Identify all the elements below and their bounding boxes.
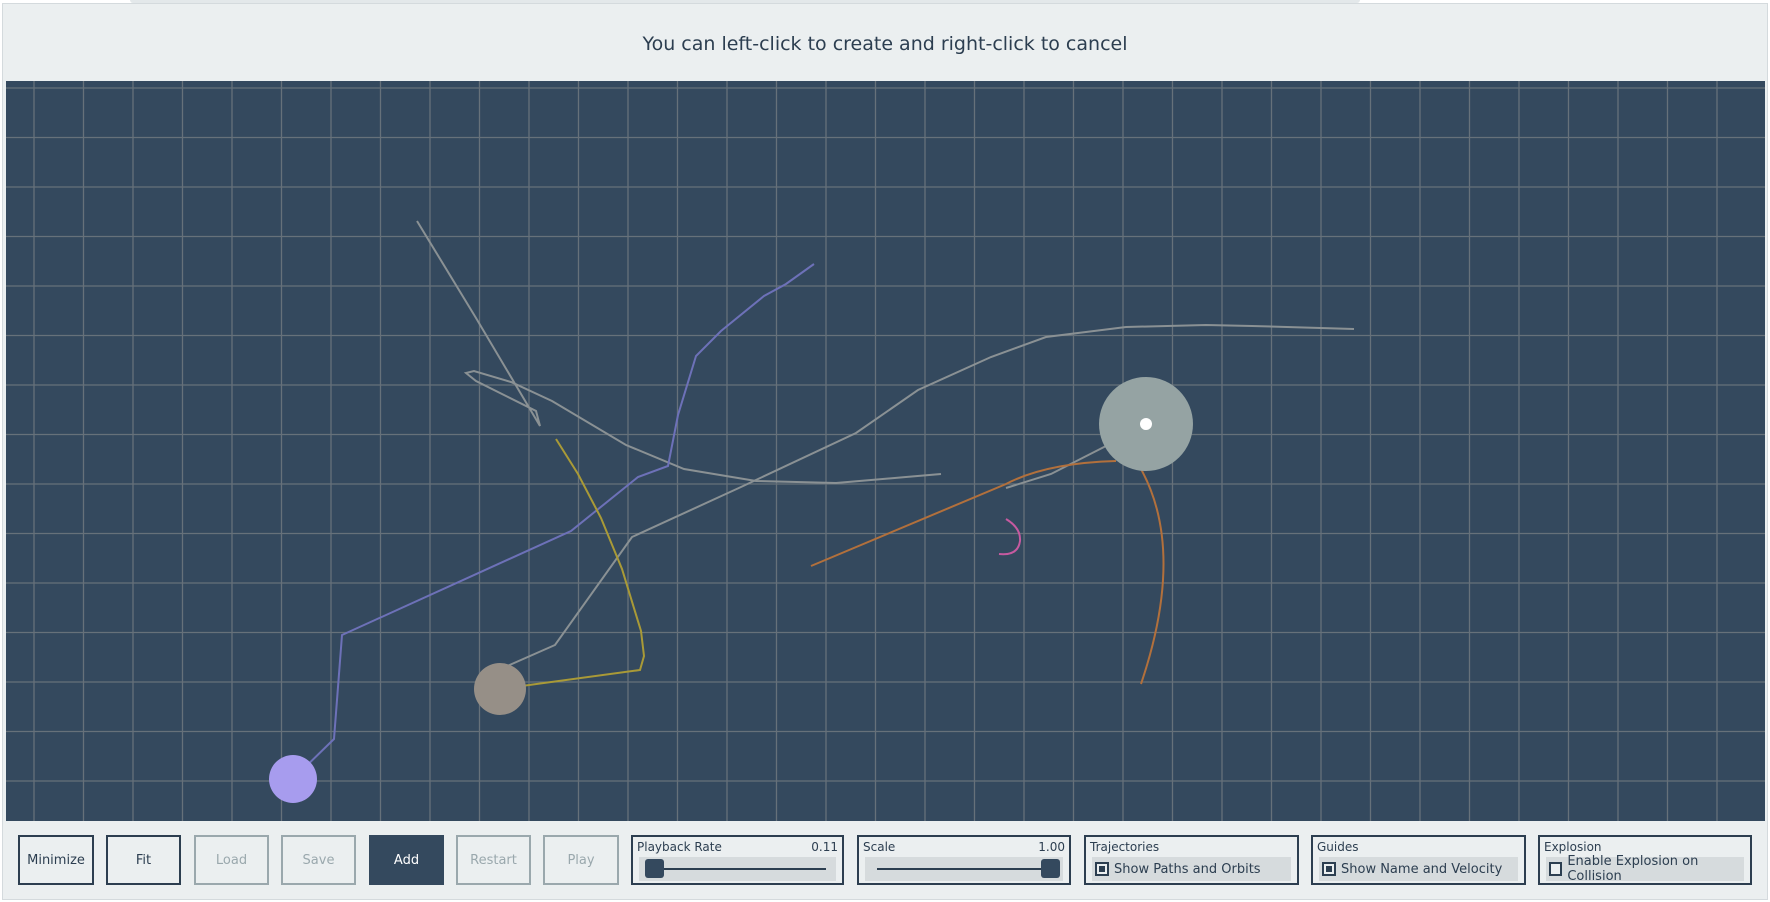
play-button[interactable]: Play [543, 835, 619, 885]
show-guides-toggle[interactable]: Show Name and Velocity [1319, 857, 1518, 881]
playback-rate-value: 0.11 [811, 840, 838, 854]
trajectory-orange [810, 460, 1165, 685]
play-label: Play [567, 852, 595, 868]
show-paths-checkbox[interactable] [1095, 862, 1109, 876]
scale-panel: Scale 1.00 [857, 835, 1071, 885]
trajectory-yellow [499, 438, 646, 690]
playback-rate-panel: Playback Rate 0.11 [631, 835, 844, 885]
simulation-svg[interactable] [6, 81, 1765, 821]
trajectory-purple [292, 263, 815, 780]
body-gray-small[interactable] [474, 663, 526, 715]
scale-track[interactable] [877, 868, 1053, 870]
show-guides-checkbox[interactable] [1322, 862, 1336, 876]
scale-title: Scale [863, 840, 896, 854]
body-large-center-dot [1140, 418, 1152, 430]
guides-panel: Guides Show Name and Velocity [1311, 835, 1526, 885]
show-paths-label: Show Paths and Orbits [1114, 861, 1261, 877]
grid-lines [6, 81, 1765, 821]
add-button[interactable]: Add [369, 835, 444, 885]
playback-rate-track[interactable] [651, 868, 826, 870]
simulation-canvas[interactable] [6, 81, 1765, 821]
playback-rate-slider-thumb[interactable] [645, 859, 665, 878]
trajectory-gray-loop [416, 220, 942, 485]
playback-rate-title: Playback Rate [637, 840, 722, 854]
add-label: Add [393, 852, 420, 868]
guides-title: Guides [1317, 840, 1359, 854]
explosion-label: Enable Explosion on Collision [1567, 854, 1699, 884]
minimize-label: Minimize [27, 852, 85, 868]
body-purple[interactable] [269, 755, 317, 803]
minimize-button[interactable]: Minimize [18, 835, 94, 885]
fit-label: Fit [135, 852, 152, 868]
explosion-panel: Explosion Enable Explosion on Collision [1538, 835, 1752, 885]
instruction-banner: You can left-click to create and right-c… [6, 8, 1764, 80]
explosion-checkbox[interactable] [1549, 862, 1563, 876]
explosion-toggle[interactable]: Enable Explosion on Collision [1546, 854, 1744, 884]
restart-button[interactable]: Restart [456, 835, 531, 885]
trajectories-panel: Trajectories Show Paths and Orbits [1084, 835, 1299, 885]
instruction-text: You can left-click to create and right-c… [642, 33, 1128, 55]
trajectory-pink [998, 518, 1022, 556]
restart-label: Restart [470, 852, 517, 868]
load-button[interactable]: Load [194, 835, 269, 885]
fit-button[interactable]: Fit [106, 835, 181, 885]
show-guides-label: Show Name and Velocity [1341, 861, 1503, 877]
trajectories-title: Trajectories [1090, 840, 1160, 854]
load-label: Load [215, 852, 248, 868]
explosion-title: Explosion [1544, 840, 1602, 854]
scale-slider-thumb[interactable] [1041, 859, 1060, 878]
scale-value: 1.00 [1038, 840, 1065, 854]
save-label: Save [302, 852, 335, 868]
save-button[interactable]: Save [281, 835, 356, 885]
show-paths-toggle[interactable]: Show Paths and Orbits [1092, 857, 1291, 881]
